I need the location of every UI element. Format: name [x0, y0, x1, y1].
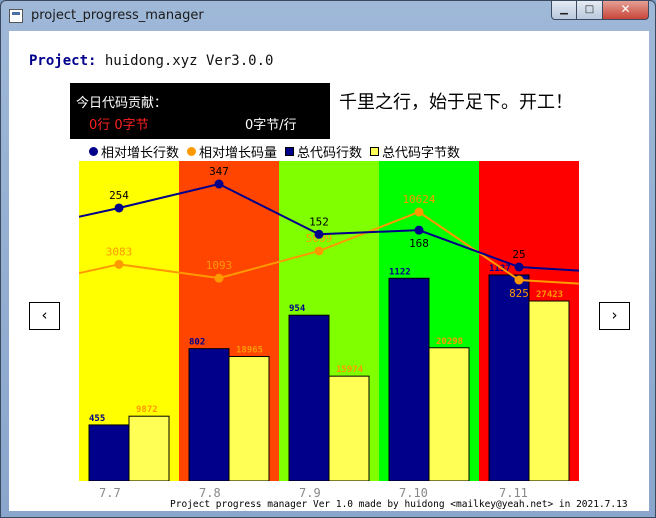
previous-page-button[interactable]: ‹ — [29, 302, 60, 330]
legend-swatch — [89, 147, 98, 156]
legend-item-total-lines: 总代码行数 — [285, 142, 362, 161]
title-bar[interactable]: project_progress_manager ▁ □ ✕ — [1, 1, 655, 31]
growth-bytes-point — [314, 246, 324, 256]
legend-swatch — [187, 147, 197, 156]
next-page-button[interactable]: › — [599, 302, 630, 330]
x-axis-label: 7.11 — [499, 486, 528, 500]
total-lines-label: 1122 — [389, 267, 411, 277]
total-bytes-bar — [128, 415, 170, 481]
x-axis-label: 7.7 — [99, 486, 121, 500]
growth-lines-point — [214, 179, 224, 189]
growth-bytes-point — [514, 275, 524, 285]
window-title: project_progress_manager — [31, 8, 204, 23]
growth-lines-point — [314, 229, 324, 239]
minimize-button[interactable]: ▁ — [551, 1, 577, 20]
growth-lines-label: 25 — [512, 248, 525, 261]
legend-label: 总代码字节数 — [382, 146, 461, 161]
chart-legend: 相对增长行数 相对增长码量 总代码行数 总代码字节数 — [89, 142, 468, 161]
today-lines-bytes: 0行 0字节 — [89, 118, 149, 133]
plot-area: 4559872802189659541597411222029811372742… — [79, 161, 579, 481]
today-stats-title: 今日代码贡献： — [76, 96, 168, 111]
total-bytes-bar — [228, 356, 270, 481]
footer-credit: Project progress manager Ver 1.0 made by… — [170, 499, 628, 510]
total-lines-label: 802 — [189, 338, 205, 348]
total-lines-bar — [388, 277, 430, 481]
total-bytes-label: 9872 — [136, 405, 158, 415]
growth-lines-label: 152 — [309, 215, 329, 228]
growth-lines-label: 168 — [409, 237, 429, 250]
total-bytes-bar — [528, 300, 570, 481]
total-lines-bar — [88, 424, 130, 481]
app-icon — [9, 9, 23, 23]
project-name: huidong.xyz Ver3.0.0 — [104, 53, 274, 69]
x-axis-label: 7.8 — [199, 486, 221, 500]
x-axis-label: 7.10 — [399, 486, 428, 500]
legend-item-growth-lines: 相对增长行数 — [89, 142, 179, 161]
total-bytes-bar — [428, 347, 470, 481]
legend-label: 相对增长码量 — [199, 146, 278, 161]
growth-lines-point — [114, 203, 124, 213]
x-axis-label: 7.9 — [299, 486, 321, 500]
legend-swatch — [370, 147, 380, 156]
growth-bytes-label: 3083 — [106, 245, 133, 258]
close-button[interactable]: ✕ — [603, 1, 649, 20]
legend-label: 相对增长行数 — [101, 146, 180, 161]
growth-bytes-label: 825 — [509, 287, 529, 300]
total-bytes-label: 18965 — [236, 346, 263, 356]
today-bytes-per-line: 0字节/行 — [245, 118, 297, 133]
growth-bytes-label: 1093 — [206, 259, 233, 272]
motto-text: 千里之行，始于足下。开工！ — [339, 92, 573, 113]
legend-label: 总代码行数 — [297, 146, 363, 161]
total-bytes-label: 27423 — [536, 290, 563, 300]
app-window: project_progress_manager ▁ □ ✕ 455 9872 80… — [0, 0, 656, 518]
legend-item-growth-bytes: 相对增长码量 — [187, 142, 277, 161]
total-lines-label: 455 — [89, 414, 105, 424]
growth-bytes-label: 10624 — [402, 193, 435, 206]
maximize-button[interactable]: □ — [577, 1, 603, 20]
growth-lines-point — [514, 262, 524, 272]
growth-lines-label: 347 — [209, 165, 229, 178]
legend-swatch — [285, 147, 295, 156]
growth-lines-label: 254 — [109, 189, 129, 202]
total-lines-bar — [188, 348, 230, 481]
total-bytes-bar — [328, 375, 370, 481]
growth-bytes-point — [114, 259, 124, 269]
growth-bytes-point — [414, 207, 424, 217]
growth-lines-point — [414, 225, 424, 235]
legend-item-total-bytes: 总代码字节数 — [370, 142, 460, 161]
growth-bytes-point — [214, 273, 224, 283]
total-lines-bar — [288, 314, 330, 481]
window-controls: ▁ □ ✕ — [551, 1, 649, 21]
total-bytes-label: 15974 — [336, 365, 364, 375]
total-lines-bar — [488, 274, 530, 481]
project-line: Project: huidong.xyz Ver3.0.0 — [29, 53, 273, 69]
total-bytes-label: 20298 — [436, 337, 463, 347]
project-label: Project: — [29, 53, 97, 69]
today-stats-box: 今日代码贡献： 0行 0字节 0字节/行 — [70, 83, 330, 139]
client-area: 455 9872 802 18965 954 15974 1122 20298 1137 2742… — [9, 31, 649, 511]
total-lines-label: 954 — [289, 304, 306, 314]
